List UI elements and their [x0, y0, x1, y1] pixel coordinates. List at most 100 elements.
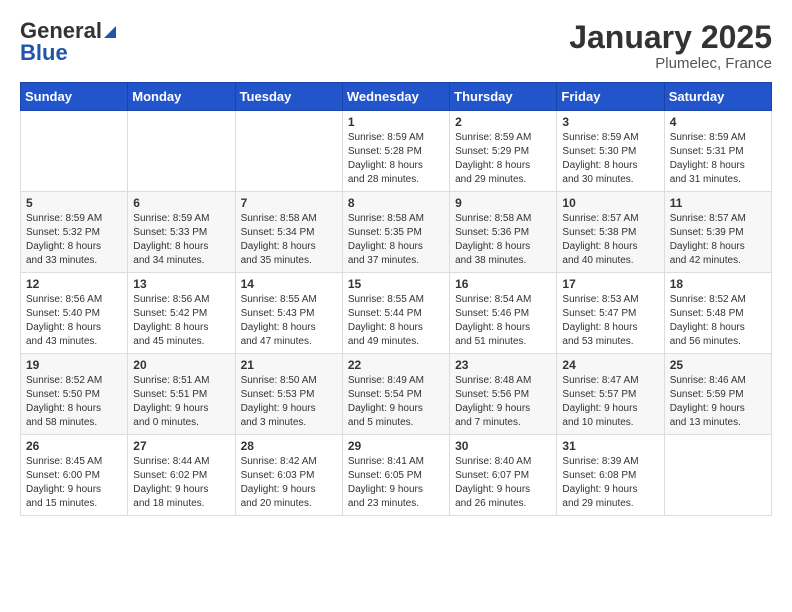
weekday-header-row: SundayMondayTuesdayWednesdayThursdayFrid…	[21, 83, 772, 111]
day-number: 27	[133, 439, 229, 453]
day-number: 19	[26, 358, 122, 372]
day-cell-10: 10Sunrise: 8:57 AM Sunset: 5:38 PM Dayli…	[557, 192, 664, 273]
weekday-header-friday: Friday	[557, 83, 664, 111]
day-cell-26: 26 Sunrise: 8:45 AM Sunset: 6:00 PM Dayli…	[21, 435, 128, 516]
day-detail: Sunrise: 8:59 AM Sunset: 5:29 PM Dayligh…	[455, 131, 551, 187]
day-detail: Sunrise: 8:46 AM Sunset: 5:59 PM Dayligh…	[670, 374, 766, 430]
day-detail: Sunrise: 8:40 AM Sunset: 6:07 PM Dayligh…	[455, 455, 551, 511]
day-cell-21: 21Sunrise: 8:50 AM Sunset: 5:53 PM Dayli…	[235, 354, 342, 435]
day-cell-31: 31 Sunrise: 8:39 AM Sunset: 6:08 PM Dayli…	[557, 435, 664, 516]
day-number: 9	[455, 196, 551, 210]
week-row-2: 5 Sunrise: 8:59 AM Sunset: 5:32 PM Daylig…	[21, 192, 772, 273]
day-detail: Sunrise: 8:58 AM Sunset: 5:35 PM Dayligh…	[348, 212, 444, 268]
day-number: 25	[670, 358, 766, 372]
day-number: 5	[26, 196, 122, 210]
logo-general-text: General	[20, 20, 102, 42]
empty-cell	[664, 435, 771, 516]
calendar-table: SundayMondayTuesdayWednesdayThursdayFrid…	[20, 82, 772, 516]
title-area: January 2025 Plumelec, France	[569, 20, 772, 72]
day-detail: Sunrise: 8:59 AM Sunset: 5:31 PM Dayligh…	[670, 131, 766, 187]
day-cell-25: 25 Sunrise: 8:46 AM Sunset: 5:59 PM Dayli…	[664, 354, 771, 435]
day-cell-2: 2 Sunrise: 8:59 AM Sunset: 5:29 PM Daylig…	[450, 111, 557, 192]
day-number: 6	[133, 196, 229, 210]
day-detail: Sunrise: 8:39 AM Sunset: 6:08 PM Dayligh…	[562, 455, 658, 511]
day-cell-6: 6 Sunrise: 8:59 AM Sunset: 5:33 PM Daylig…	[128, 192, 235, 273]
day-number: 31	[562, 439, 658, 453]
day-detail: Sunrise: 8:47 AM Sunset: 5:57 PM Dayligh…	[562, 374, 658, 430]
day-number: 23	[455, 358, 551, 372]
day-detail: Sunrise: 8:44 AM Sunset: 6:02 PM Dayligh…	[133, 455, 229, 511]
day-detail: Sunrise: 8:59 AM Sunset: 5:33 PM Dayligh…	[133, 212, 229, 268]
day-cell-27: 27 Sunrise: 8:44 AM Sunset: 6:02 PM Dayli…	[128, 435, 235, 516]
day-number: 3	[562, 115, 658, 129]
day-number: 10	[562, 196, 658, 210]
empty-cell	[128, 111, 235, 192]
day-cell-14: 14Sunrise: 8:55 AM Sunset: 5:43 PM Dayli…	[235, 273, 342, 354]
day-number: 24	[562, 358, 658, 372]
weekday-header-monday: Monday	[128, 83, 235, 111]
day-detail: Sunrise: 8:54 AM Sunset: 5:46 PM Dayligh…	[455, 293, 551, 349]
page-header: General Blue January 2025 Plumelec, Fran…	[20, 20, 772, 72]
day-number: 20	[133, 358, 229, 372]
day-detail: Sunrise: 8:48 AM Sunset: 5:56 PM Dayligh…	[455, 374, 551, 430]
day-number: 13	[133, 277, 229, 291]
day-cell-7: 7 Sunrise: 8:58 AM Sunset: 5:34 PM Daylig…	[235, 192, 342, 273]
day-number: 17	[562, 277, 658, 291]
day-number: 4	[670, 115, 766, 129]
day-detail: Sunrise: 8:59 AM Sunset: 5:28 PM Dayligh…	[348, 131, 444, 187]
empty-cell	[235, 111, 342, 192]
day-detail: Sunrise: 8:41 AM Sunset: 6:05 PM Dayligh…	[348, 455, 444, 511]
day-cell-1: 1 Sunrise: 8:59 AM Sunset: 5:28 PM Daylig…	[342, 111, 449, 192]
day-cell-15: 15 Sunrise: 8:55 AM Sunset: 5:44 PM Dayli…	[342, 273, 449, 354]
day-number: 8	[348, 196, 444, 210]
day-detail: Sunrise: 8:52 AM Sunset: 5:48 PM Dayligh…	[670, 293, 766, 349]
day-number: 28	[241, 439, 337, 453]
day-cell-28: 28 Sunrise: 8:42 AM Sunset: 6:03 PM Dayli…	[235, 435, 342, 516]
day-detail: Sunrise: 8:58 AM Sunset: 5:34 PM Dayligh…	[241, 212, 337, 268]
location-subtitle: Plumelec, France	[569, 55, 772, 72]
day-cell-20: 20 Sunrise: 8:51 AM Sunset: 5:51 PM Dayli…	[128, 354, 235, 435]
day-number: 15	[348, 277, 444, 291]
day-number: 18	[670, 277, 766, 291]
day-number: 7	[241, 196, 337, 210]
day-number: 29	[348, 439, 444, 453]
day-detail: Sunrise: 8:51 AM Sunset: 5:51 PM Dayligh…	[133, 374, 229, 430]
day-detail: Sunrise: 8:56 AM Sunset: 5:42 PM Dayligh…	[133, 293, 229, 349]
day-number: 1	[348, 115, 444, 129]
week-row-4: 19 Sunrise: 8:52 AM Sunset: 5:50 PM Dayli…	[21, 354, 772, 435]
day-detail: Sunrise: 8:55 AM Sunset: 5:44 PM Dayligh…	[348, 293, 444, 349]
week-row-3: 12 Sunrise: 8:56 AM Sunset: 5:40 PM Dayli…	[21, 273, 772, 354]
day-cell-13: 13 Sunrise: 8:56 AM Sunset: 5:42 PM Dayli…	[128, 273, 235, 354]
day-cell-19: 19 Sunrise: 8:52 AM Sunset: 5:50 PM Dayli…	[21, 354, 128, 435]
day-number: 11	[670, 196, 766, 210]
day-cell-30: 30 Sunrise: 8:40 AM Sunset: 6:07 PM Dayli…	[450, 435, 557, 516]
weekday-header-wednesday: Wednesday	[342, 83, 449, 111]
day-number: 16	[455, 277, 551, 291]
logo-triangle-icon	[102, 22, 118, 40]
day-detail: Sunrise: 8:49 AM Sunset: 5:54 PM Dayligh…	[348, 374, 444, 430]
day-cell-18: 18 Sunrise: 8:52 AM Sunset: 5:48 PM Dayli…	[664, 273, 771, 354]
day-number: 30	[455, 439, 551, 453]
day-detail: Sunrise: 8:52 AM Sunset: 5:50 PM Dayligh…	[26, 374, 122, 430]
day-number: 26	[26, 439, 122, 453]
day-detail: Sunrise: 8:53 AM Sunset: 5:47 PM Dayligh…	[562, 293, 658, 349]
day-number: 12	[26, 277, 122, 291]
logo: General Blue	[20, 20, 118, 64]
day-number: 22	[348, 358, 444, 372]
day-cell-29: 29 Sunrise: 8:41 AM Sunset: 6:05 PM Dayli…	[342, 435, 449, 516]
day-detail: Sunrise: 8:50 AM Sunset: 5:53 PM Dayligh…	[241, 374, 337, 430]
day-detail: Sunrise: 8:42 AM Sunset: 6:03 PM Dayligh…	[241, 455, 337, 511]
day-detail: Sunrise: 8:45 AM Sunset: 6:00 PM Dayligh…	[26, 455, 122, 511]
day-detail: Sunrise: 8:55 AM Sunset: 5:43 PM Dayligh…	[241, 293, 337, 349]
day-cell-16: 16 Sunrise: 8:54 AM Sunset: 5:46 PM Dayli…	[450, 273, 557, 354]
day-cell-24: 24 Sunrise: 8:47 AM Sunset: 5:57 PM Dayli…	[557, 354, 664, 435]
day-cell-4: 4 Sunrise: 8:59 AM Sunset: 5:31 PM Daylig…	[664, 111, 771, 192]
weekday-header-thursday: Thursday	[450, 83, 557, 111]
day-detail: Sunrise: 8:59 AM Sunset: 5:30 PM Dayligh…	[562, 131, 658, 187]
day-detail: Sunrise: 8:56 AM Sunset: 5:40 PM Dayligh…	[26, 293, 122, 349]
day-detail: Sunrise: 8:59 AM Sunset: 5:32 PM Dayligh…	[26, 212, 122, 268]
weekday-header-tuesday: Tuesday	[235, 83, 342, 111]
day-number: 2	[455, 115, 551, 129]
day-cell-12: 12 Sunrise: 8:56 AM Sunset: 5:40 PM Dayli…	[21, 273, 128, 354]
month-title: January 2025	[569, 20, 772, 55]
